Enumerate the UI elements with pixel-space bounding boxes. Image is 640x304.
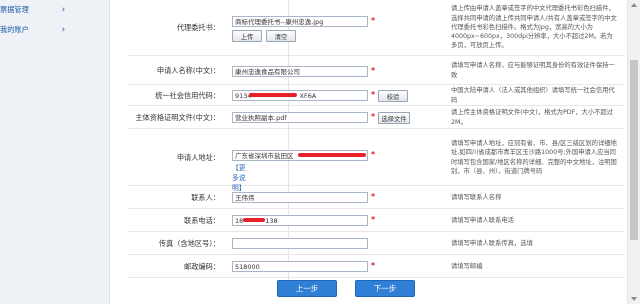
form-row-qualification-doc: 主体资格证明文件(中文)： 营业执照副本.pdf * 选择文件 请上传主体资格证… [128,107,624,129]
form-row-fax: 传真（含地区号）： 请填写申请人联系传真，选填 [128,233,624,255]
applicant-name-label: 申请人名称(中文)： [156,65,220,75]
agent-doc-hint: 请上传由申请人盖章或签字的中文代理委托书彩色扫描件，选择共同申请的请上传共同申请… [451,5,617,50]
agent-doc-input[interactable]: 商标代理委托书--康州忠逸.jpg [232,16,368,27]
required-mark: * [371,90,376,99]
phone-hint: 请填写申请人联系电话 [451,216,514,224]
applicant-name-hint: 请填写申请人名称，应与能够证明其身份的有效证件保持一致 [451,62,615,79]
phone-label: 联系电话： [184,215,220,225]
form-row-applicant-name: 申请人名称(中文)： 康州忠逸食品有限公司 * 请填写申请人名称，应与能够证明其… [128,57,624,85]
scroll-down-icon[interactable] [631,297,637,301]
form-row-address: 申请人地址： 广东省深圳市盐田区 * 【更多说明】 请填写申请人地址，应冠有省、… [128,130,624,192]
postcode-input[interactable]: 518000 [232,261,368,272]
redaction-mark [243,218,265,222]
fax-hint: 请填写申请人联系传真，选填 [451,239,533,247]
required-mark: * [371,215,376,224]
redaction-mark [298,153,366,157]
sidebar-item-label: 我的账户 [0,25,29,34]
choose-file-button[interactable]: 选择文件 [378,112,410,124]
form-row-credit-code: 统一社会信用代码： 9134 XF6A * 校验 中国大陆申请人（法人或其他组织）… [128,86,624,106]
fax-input[interactable] [232,238,368,249]
qualification-doc-hint: 请上传主体资格证明文件(中文)，格式为PDF，大小不超过2M。 [451,109,614,126]
phone-suffix: 138 [265,217,278,225]
scroll-up-icon[interactable] [631,3,637,7]
vertical-scrollbar[interactable] [627,0,640,304]
sidebar-item-label: 票据管理 [0,5,29,14]
required-mark: * [371,112,376,121]
address-label: 申请人地址： [176,152,220,162]
required-mark: * [371,150,376,159]
credit-code-hint: 中国大陆申请人（法人或其他组织）请填写统一社会信用代码 [451,87,615,104]
phone-prefix: 18 [235,217,244,225]
contact-input[interactable]: 王伟伟 [232,192,368,203]
sidebar: 票据管理 › 我的账户 › [0,0,110,304]
postcode-hint: 请填写邮编 [451,262,483,270]
form-row-phone: 联系电话： 18 138 * 请填写申请人联系电话 [128,210,624,232]
form-row-agent-doc: 代理委托书： 商标代理委托书--康州忠逸.jpg * 上传 清空 请上传由申请人… [128,0,624,56]
required-mark: * [371,66,376,75]
contact-label: 联系人： [191,192,220,202]
chevron-right-icon: › [61,25,66,35]
sidebar-item-invoice-management[interactable]: 票据管理 › [0,1,108,19]
fax-label: 传真（含地区号）： [158,238,220,248]
prev-step-button[interactable]: 上一步 [277,280,337,297]
postcode-label: 邮政编码： [184,261,220,271]
scroll-thumb[interactable] [630,60,638,240]
agent-doc-label: 代理委托书： [176,22,220,32]
credit-code-label: 统一社会信用代码： [155,90,220,100]
required-mark: * [371,261,376,270]
form-row-postcode: 邮政编码： 518000 * 请填写邮编 [128,256,624,278]
redaction-mark [249,93,297,97]
next-step-button[interactable]: 下一步 [355,280,415,297]
verify-button[interactable]: 校验 [378,90,408,102]
qualification-doc-label: 主体资格证明文件(中文)： [135,112,220,122]
required-mark: * [371,192,376,201]
clear-button[interactable]: 清空 [266,30,296,42]
sidebar-item-my-account[interactable]: 我的账户 › [0,21,108,39]
upload-button[interactable]: 上传 [232,30,262,42]
chevron-right-icon: › [61,5,66,15]
contact-hint: 请填写联系人名称 [451,193,502,201]
required-mark: * [371,16,376,25]
form-row-contact: 联系人： 王伟伟 * 请填写联系人名称 [128,187,624,209]
address-hint: 请填写申请人地址，应冠有省、市、县/区三级区划的详细地址,如四川省成都市青羊区玉… [451,140,617,175]
qualification-doc-input[interactable]: 营业执照副本.pdf [232,112,368,123]
credit-code-suffix: XF6A [299,92,317,100]
applicant-name-input[interactable]: 康州忠逸食品有限公司 [232,66,368,77]
